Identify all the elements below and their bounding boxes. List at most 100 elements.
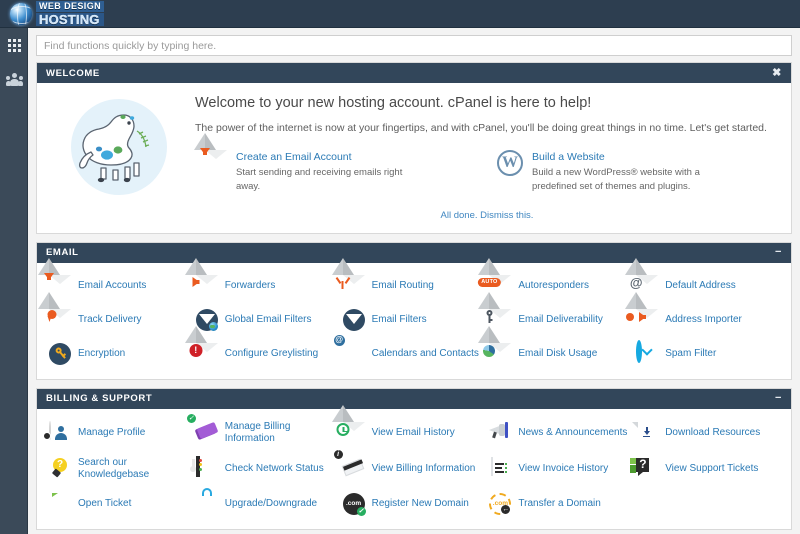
search-input[interactable] (36, 35, 792, 56)
item-forwarders[interactable]: Forwarders (184, 257, 341, 303)
welcome-panel: WELCOME ✖ Welcome to your new hosting ac… (36, 62, 792, 234)
item-label: View Email History (371, 426, 455, 438)
key-lock-icon (49, 342, 71, 365)
promo-create-email-account[interactable]: Create an Email Account Start sending an… (194, 133, 487, 194)
item-label: Register New Domain (371, 497, 469, 509)
globe-icon (10, 2, 32, 25)
item-default-address[interactable]: @ Default Address (625, 257, 781, 303)
billing-items: Manage Profile ✓ Manage Billing Informat… (40, 404, 781, 521)
billing-panel-body: Manage Profile ✓ Manage Billing Informat… (37, 404, 791, 529)
collapse-icon[interactable]: − (775, 247, 782, 258)
item-label: Forwarders (224, 279, 276, 291)
item-email-deliverability[interactable]: Email Deliverability (478, 291, 634, 337)
envelope-pie-icon (478, 325, 512, 365)
dinosaur-illustration-wrap (49, 93, 189, 195)
item-calendars-and-contacts[interactable]: @ Calendars and Contacts (333, 334, 488, 371)
document-download-icon (632, 421, 658, 444)
item-label: View Billing Information (371, 462, 476, 474)
item-configure-greylisting[interactable]: ! Configure Greylisting (184, 325, 341, 371)
top-bar: WEB DESIGN HOSTING (0, 0, 800, 28)
email-panel-title: EMAIL (46, 247, 79, 259)
collapse-icon[interactable]: − (775, 393, 782, 404)
promo-title[interactable]: Create an Email Account (236, 151, 406, 163)
item-encryption[interactable]: Encryption (47, 337, 194, 371)
dinosaur-icon (71, 99, 167, 195)
item-label: News & Announcements (518, 426, 628, 438)
funnel-icon (342, 308, 365, 339)
welcome-subheading: The power of the internet is now at your… (195, 122, 767, 134)
card-info-icon: i (333, 449, 365, 480)
item-spam-filter[interactable]: Spam Filter (634, 337, 781, 371)
close-icon[interactable]: ✖ (772, 67, 782, 79)
email-panel-header: EMAIL − (37, 242, 791, 263)
promo-title[interactable]: Build a Website (532, 151, 702, 163)
item-label: Encryption (78, 347, 126, 359)
item-email-routing[interactable]: Email Routing (331, 257, 488, 303)
item-label: Email Routing (371, 279, 434, 291)
main-content: WELCOME ✖ (28, 28, 800, 534)
item-label: Download Resources (665, 426, 761, 438)
item-label: Transfer a Domain (518, 497, 601, 509)
envelope-clock-icon (331, 404, 365, 444)
email-panel-body: Email Accounts Forwarders Email Routing … (37, 257, 791, 379)
item-view-email-history[interactable]: View Email History (331, 404, 488, 451)
item-search-our-knowledgebase[interactable]: ? Search our Knowledgebase (47, 451, 194, 487)
billing-support-panel: BILLING & SUPPORT − Manage Profile ✓ Man… (36, 387, 792, 530)
rail-item-apps[interactable] (0, 28, 28, 62)
item-view-invoice-history[interactable]: View Invoice History (487, 451, 634, 487)
brand-line-2: HOSTING (36, 13, 105, 26)
item-open-ticket[interactable]: Open Ticket (40, 487, 194, 521)
item-upgrade-downgrade[interactable]: Upgrade/Downgrade (194, 487, 341, 521)
left-rail (0, 28, 28, 534)
search-bar (28, 28, 800, 62)
welcome-panel-body: Welcome to your new hosting account. cPa… (37, 83, 791, 233)
item-track-delivery[interactable]: Track Delivery (38, 291, 194, 337)
lightbulb-question-icon: ? (49, 457, 71, 480)
brand-logo[interactable]: WEB DESIGN HOSTING (0, 0, 105, 28)
item-manage-profile[interactable]: Manage Profile (43, 415, 194, 451)
promo-build-a-website[interactable]: W Build a Website Build a new WordPress®… (487, 150, 779, 194)
item-label: Address Importer (665, 313, 742, 325)
email-panel: EMAIL − Email Accounts Forwarders Email … (36, 241, 792, 380)
item-register-new-domain[interactable]: .com ✓ Register New Domain (341, 487, 488, 521)
rail-item-users[interactable] (0, 62, 28, 96)
network-status-icon (190, 455, 218, 480)
grid-icon (7, 38, 21, 52)
item-view-support-tickets[interactable]: ? View Support Tickets (630, 451, 781, 487)
envelope-alert-icon: ! (184, 325, 218, 365)
brand-line-1: WEB DESIGN (36, 1, 105, 12)
item-email-filters[interactable]: Email Filters (341, 303, 488, 339)
item-label: Check Network Status (224, 462, 324, 474)
item-email-accounts[interactable]: Email Accounts (38, 257, 194, 303)
envelope-import-icon (625, 291, 659, 331)
welcome-panel-header: WELCOME ✖ (37, 63, 791, 83)
item-manage-billing-information[interactable]: ✓ Manage Billing Information (186, 413, 341, 451)
question-bubble-icon: ? (630, 457, 658, 480)
item-label: Upgrade/Downgrade (224, 497, 318, 509)
item-email-disk-usage[interactable]: Email Disk Usage (478, 325, 634, 371)
people-icon (5, 72, 23, 86)
item-label: Spam Filter (665, 347, 717, 359)
credit-cards-check-icon: ✓ (186, 413, 219, 444)
megaphone-icon (489, 421, 511, 444)
item-download-resources[interactable]: Download Resources (632, 415, 781, 451)
item-label: Manage Profile (78, 426, 146, 438)
dismiss-welcome-link[interactable]: All done. Dismiss this. (195, 194, 779, 221)
email-items: Email Accounts Forwarders Email Routing … (38, 257, 781, 371)
item-view-billing-information[interactable]: i View Billing Information (333, 449, 488, 487)
envelope-pin-icon (38, 291, 71, 331)
promo-description: Build a new WordPress® website with a pr… (532, 167, 700, 192)
dinosaur-svg (78, 114, 150, 183)
item-label: View Support Tickets (665, 462, 759, 474)
item-check-network-status[interactable]: Check Network Status (190, 451, 341, 487)
spam-shield-icon (636, 339, 658, 365)
item-transfer-a-domain[interactable]: .com ← Transfer a Domain (487, 487, 634, 521)
item-label: Autoresponders (518, 279, 589, 291)
item-global-email-filters[interactable]: Global Email Filters (194, 303, 341, 339)
item-address-importer[interactable]: Address Importer (625, 291, 781, 337)
item-autoresponders[interactable]: AUTO Autoresponders (478, 257, 634, 303)
person-gear-icon (43, 420, 71, 444)
item-news-and-announcements[interactable]: News & Announcements (487, 415, 634, 451)
item-label: View Invoice History (518, 462, 609, 474)
envelope-download-icon (194, 133, 227, 172)
